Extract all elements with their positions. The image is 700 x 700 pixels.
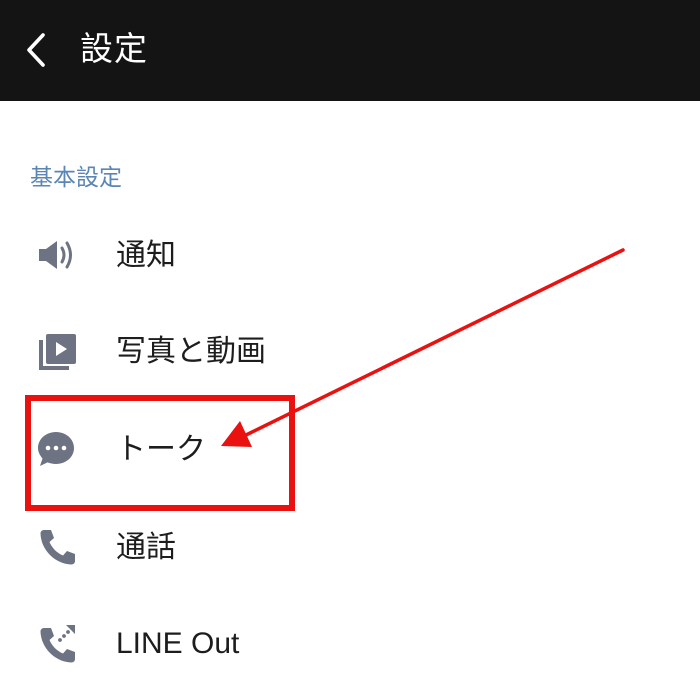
settings-screen: 設定 基本設定 通知 写真と動画 トーク 通話 LINE Out bbox=[0, 0, 700, 700]
phone-icon bbox=[35, 524, 81, 570]
menu-item-photos-videos[interactable]: 写真と動画 bbox=[0, 304, 700, 400]
menu-item-label: 通知 bbox=[116, 238, 176, 273]
menu-item-line-out[interactable]: LINE Out bbox=[0, 596, 700, 692]
app-bar: 設定 bbox=[0, 0, 700, 101]
chat-bubble-icon bbox=[35, 426, 81, 472]
menu-item-calls[interactable]: 通話 bbox=[0, 500, 700, 596]
menu-item-label: 通話 bbox=[116, 530, 176, 565]
menu-item-label: LINE Out bbox=[116, 627, 240, 660]
page-title: 設定 bbox=[80, 29, 148, 68]
phone-outgoing-icon bbox=[35, 620, 81, 666]
chevron-left-icon bbox=[27, 33, 45, 67]
menu-item-notifications[interactable]: 通知 bbox=[0, 208, 700, 304]
back-button[interactable] bbox=[14, 24, 62, 76]
menu-item-label: トーク bbox=[116, 432, 206, 467]
menu-item-label: 写真と動画 bbox=[116, 334, 266, 369]
menu-item-talk[interactable]: トーク bbox=[0, 402, 700, 498]
speaker-icon bbox=[35, 232, 81, 278]
media-play-icon bbox=[35, 328, 81, 374]
section-header: 基本設定 bbox=[30, 165, 122, 191]
